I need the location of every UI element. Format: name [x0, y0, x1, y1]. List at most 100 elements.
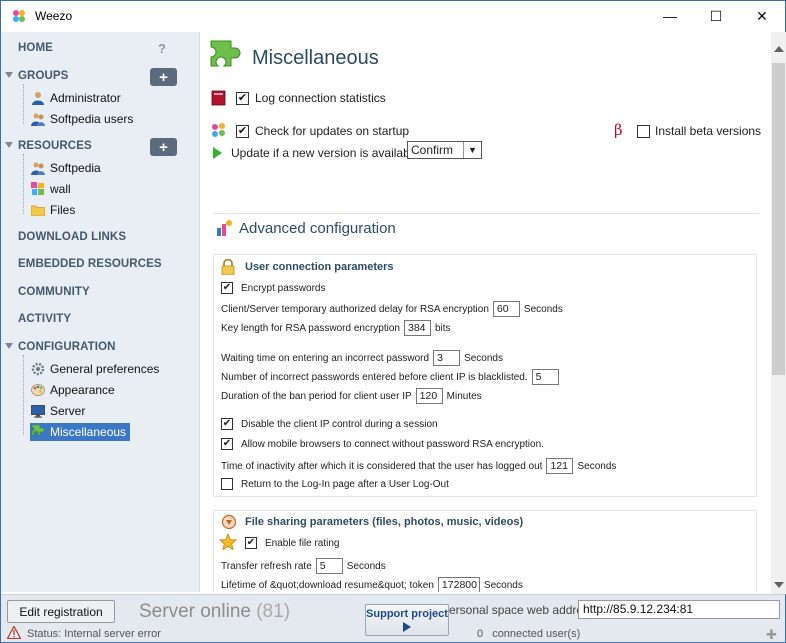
book-icon — [211, 90, 227, 109]
add-group-button[interactable]: + — [150, 68, 177, 86]
wait-time-unit: Seconds — [464, 352, 503, 364]
key-length-input[interactable]: 384 — [403, 320, 431, 336]
log-connection-label: Log connection statistics — [255, 91, 386, 105]
settings-sparkle-icon — [215, 219, 233, 240]
refresh-rate-row: Transfer refresh rate 5 Seconds — [221, 558, 386, 574]
incorrect-count-label: Number of incorrect passwords entered be… — [221, 371, 528, 383]
beta-icon: β — [614, 121, 623, 139]
mobile-checkbox[interactable]: ✔ — [221, 438, 233, 450]
sidebar-groups[interactable]: GROUPS — [18, 70, 68, 82]
ban-duration-label: Duration of the ban period for client us… — [221, 390, 412, 402]
inactivity-row: Time of inactivity after which it is con… — [221, 458, 616, 474]
warning-icon — [6, 625, 22, 642]
connected-label: connected user(s) — [492, 628, 581, 640]
sidebar-activity[interactable]: ACTIVITY — [18, 313, 71, 325]
sidebar-download-links[interactable]: DOWNLOAD LINKS — [18, 231, 126, 243]
file-sharing-icon — [221, 514, 237, 533]
wait-time-input[interactable]: 3 — [433, 350, 461, 366]
return-login-checkbox[interactable] — [221, 478, 233, 490]
add-resource-button[interactable]: + — [150, 138, 177, 156]
status-text: Status: Internal server error — [27, 628, 161, 640]
collapse-configuration-icon[interactable] — [5, 343, 13, 349]
edit-registration-button[interactable]: Edit registration — [7, 600, 115, 623]
connected-count: 0 — [477, 628, 484, 640]
mobile-row: ✔ Allow mobile browsers to connect witho… — [221, 438, 544, 450]
support-project-button[interactable]: Support project — [365, 604, 449, 636]
ban-duration-input[interactable]: 120 — [415, 388, 443, 404]
file-sharing-panel: File sharing parameters (files, photos, … — [213, 510, 757, 592]
beta-label: Install beta versions — [655, 124, 762, 138]
sidebar-home[interactable]: HOME — [18, 42, 53, 54]
sidebar-item-general-preferences[interactable]: General preferences — [30, 360, 163, 378]
check-updates-checkbox[interactable]: ✔ — [236, 124, 249, 138]
minimize-button[interactable]: — — [647, 1, 693, 31]
sidebar-item-label: General preferences — [50, 362, 160, 376]
refresh-rate-input[interactable]: 5 — [315, 558, 343, 574]
vertical-scrollbar[interactable] — [771, 32, 786, 594]
wall-icon — [30, 181, 46, 197]
disable-ip-row: ✔ Disable the client IP control during a… — [221, 418, 438, 430]
puzzle-icon — [30, 424, 46, 440]
sidebar-configuration[interactable]: CONFIGURATION — [18, 341, 116, 353]
puzzle-icon — [209, 40, 243, 77]
user-icon — [30, 90, 46, 106]
sidebar-item-appearance[interactable]: Appearance — [30, 381, 119, 399]
sidebar-item-administrator[interactable]: Administrator — [30, 89, 125, 107]
star-icon — [219, 532, 237, 554]
server-status-text: Server online — [139, 601, 251, 622]
sidebar-item-miscellaneous[interactable]: Miscellaneous — [30, 423, 131, 441]
sidebar-community[interactable]: COMMUNITY — [18, 286, 90, 298]
scroll-up-icon[interactable] — [774, 46, 784, 52]
resize-grip-icon[interactable]: ✚ — [766, 627, 777, 643]
sidebar-item-label: Server — [50, 404, 86, 418]
collapse-groups-icon[interactable] — [5, 72, 13, 78]
ban-duration-row: Duration of the ban period for client us… — [221, 388, 482, 404]
inactivity-input[interactable]: 121 — [546, 458, 574, 474]
users-icon — [30, 111, 46, 127]
inactivity-label: Time of inactivity after which it is con… — [221, 460, 543, 472]
sidebar-item-wall[interactable]: wall — [30, 180, 75, 198]
sidebar-embedded-resources[interactable]: EMBEDDED RESOURCES — [18, 258, 162, 270]
mobile-label: Allow mobile browsers to connect without… — [241, 438, 544, 450]
sidebar-item-label: Miscellaneous — [50, 425, 127, 439]
maximize-button[interactable]: ☐ — [693, 1, 739, 31]
update-mode-select[interactable]: Confirm ▼ — [407, 141, 482, 159]
collapse-resources-icon[interactable] — [5, 142, 13, 148]
lifetime-input[interactable]: 172800 — [437, 577, 480, 592]
minimize-icon: — — [663, 8, 677, 24]
incorrect-count-input[interactable]: 5 — [531, 369, 559, 385]
check-updates-row: ✔ Check for updates on startup — [236, 124, 409, 138]
key-length-label: Key length for RSA password encryption — [221, 322, 400, 334]
weezo-logo-icon — [11, 8, 27, 24]
sidebar-item-softpedia[interactable]: Softpedia — [30, 159, 105, 177]
sidebar-item-files[interactable]: Files — [30, 201, 79, 219]
beta-checkbox[interactable] — [637, 124, 650, 138]
return-login-label: Return to the Log-In page after a User L… — [241, 478, 449, 490]
wait-time-row: Waiting time on entering an incorrect pa… — [221, 350, 503, 366]
rsa-delay-input[interactable]: 60 — [492, 301, 520, 317]
close-icon: ✕ — [756, 7, 768, 24]
close-button[interactable]: ✕ — [739, 1, 785, 31]
disable-ip-checkbox[interactable]: ✔ — [221, 418, 233, 430]
rsa-delay-row: Client/Server temporary authorized delay… — [221, 301, 563, 317]
app-window: Weezo — ☐ ✕ HOME ? GROUPS + Administrato… — [0, 0, 786, 643]
scroll-down-icon[interactable] — [774, 582, 784, 588]
web-address-field[interactable]: http://85.9.12.234:81 — [578, 600, 780, 619]
enable-rating-checkbox[interactable]: ✔ — [245, 537, 257, 549]
sidebar-item-label: Softpedia — [50, 161, 101, 175]
sidebar-resources[interactable]: RESOURCES — [18, 140, 92, 152]
palette-icon — [30, 382, 46, 398]
folder-icon — [30, 202, 46, 218]
key-length-row: Key length for RSA password encryption 3… — [221, 320, 451, 336]
lifetime-label: Lifetime of &quot;download resume&quot; … — [221, 579, 434, 591]
scroll-thumb[interactable] — [772, 63, 785, 375]
help-icon[interactable]: ? — [158, 41, 166, 56]
wait-time-label: Waiting time on entering an incorrect pa… — [221, 352, 430, 364]
sidebar-item-softpedia-users[interactable]: Softpedia users — [30, 110, 137, 128]
rsa-delay-label: Client/Server temporary authorized delay… — [221, 303, 489, 315]
lifetime-unit: Seconds — [483, 579, 523, 591]
encrypt-checkbox[interactable]: ✔ — [221, 282, 233, 294]
log-connection-checkbox[interactable]: ✔ — [236, 91, 249, 105]
page-title: Miscellaneous — [252, 47, 379, 69]
sidebar-item-server[interactable]: Server — [30, 402, 89, 420]
